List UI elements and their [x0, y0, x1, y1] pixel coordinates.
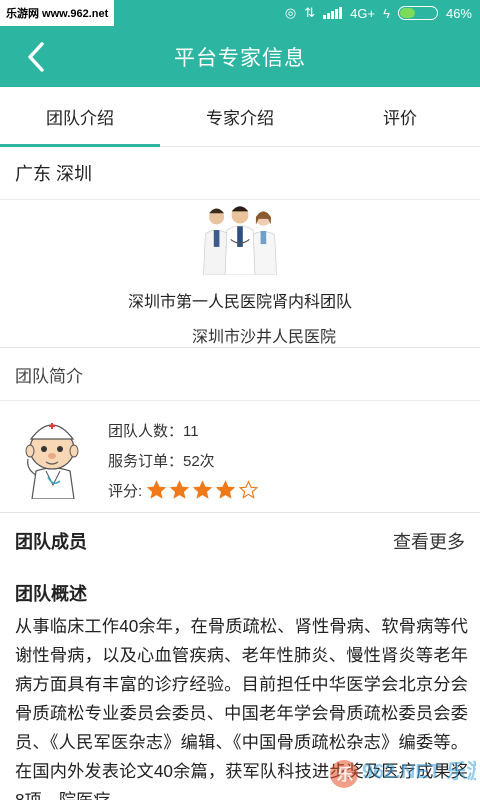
overview-title: 团队概述: [15, 584, 87, 604]
charging-icon: ϟ: [383, 5, 390, 21]
star-empty-icon: [238, 480, 259, 499]
page-title: 平台专家信息: [174, 46, 306, 70]
watermark-text: 962.NET 乐游网: [362, 759, 476, 783]
rating-stars: [146, 480, 259, 500]
network-type: 4G+: [350, 5, 376, 21]
chevron-left-icon: [28, 42, 44, 72]
doctor-mascot-icon: [25, 423, 79, 499]
team-members-row: 团队成员 查看更多: [0, 513, 480, 568]
svg-text:乐: 乐: [337, 766, 353, 784]
section-team-summary: 团队简介: [0, 348, 480, 401]
signal-icon: [323, 7, 343, 19]
team-card: 深圳市第一人民医院肾内科团队 深圳市沙井人民医院: [0, 200, 480, 348]
team-summary: 团队人数：11 服务订单：52次 评分:: [0, 401, 480, 513]
location-label: 广东 深圳: [0, 147, 480, 200]
star-filled-icon: [146, 480, 167, 499]
tab-team-intro[interactable]: 团队介绍: [0, 87, 160, 147]
hospital-name: 深圳市沙井人民医院: [191, 329, 336, 346]
view-more-link[interactable]: 查看更多: [393, 528, 465, 554]
site-logo-watermark: 乐 962.NET 乐游网: [330, 759, 476, 788]
app-header: 平台专家信息: [0, 26, 480, 87]
team-stats: 团队人数：11 服务订单：52次 评分:: [108, 415, 259, 512]
rating-label: 评分:: [108, 482, 143, 500]
rating-row: 评分:: [108, 475, 259, 505]
star-filled-icon: [215, 480, 236, 499]
team-members-label: 团队成员: [15, 531, 87, 552]
battery-icon: [397, 6, 438, 20]
team-name: 深圳市第一人民医院肾内科团队: [127, 294, 352, 311]
service-orders: 服务订单：52次: [108, 452, 215, 470]
tab-reviews[interactable]: 评价: [320, 87, 480, 146]
star-filled-icon: [192, 480, 213, 499]
battery-fill: [399, 8, 416, 18]
tab-bar: 团队介绍 专家介绍 评价: [0, 87, 480, 147]
member-count: 团队人数：11: [108, 422, 199, 440]
hotspot-icon: ◎: [284, 5, 297, 20]
doctors-team-image: [203, 206, 277, 275]
status-right: ◎ ⇅ 4G+ ϟ 46%: [285, 5, 472, 21]
battery-percent: 46%: [445, 5, 472, 21]
tab-expert-intro[interactable]: 专家介绍: [160, 87, 320, 146]
site-watermark: 乐游网 www.962.net: [0, 0, 115, 26]
star-filled-icon: [169, 480, 190, 499]
back-button[interactable]: [20, 40, 52, 74]
data-arrows-icon: ⇅: [304, 5, 316, 20]
